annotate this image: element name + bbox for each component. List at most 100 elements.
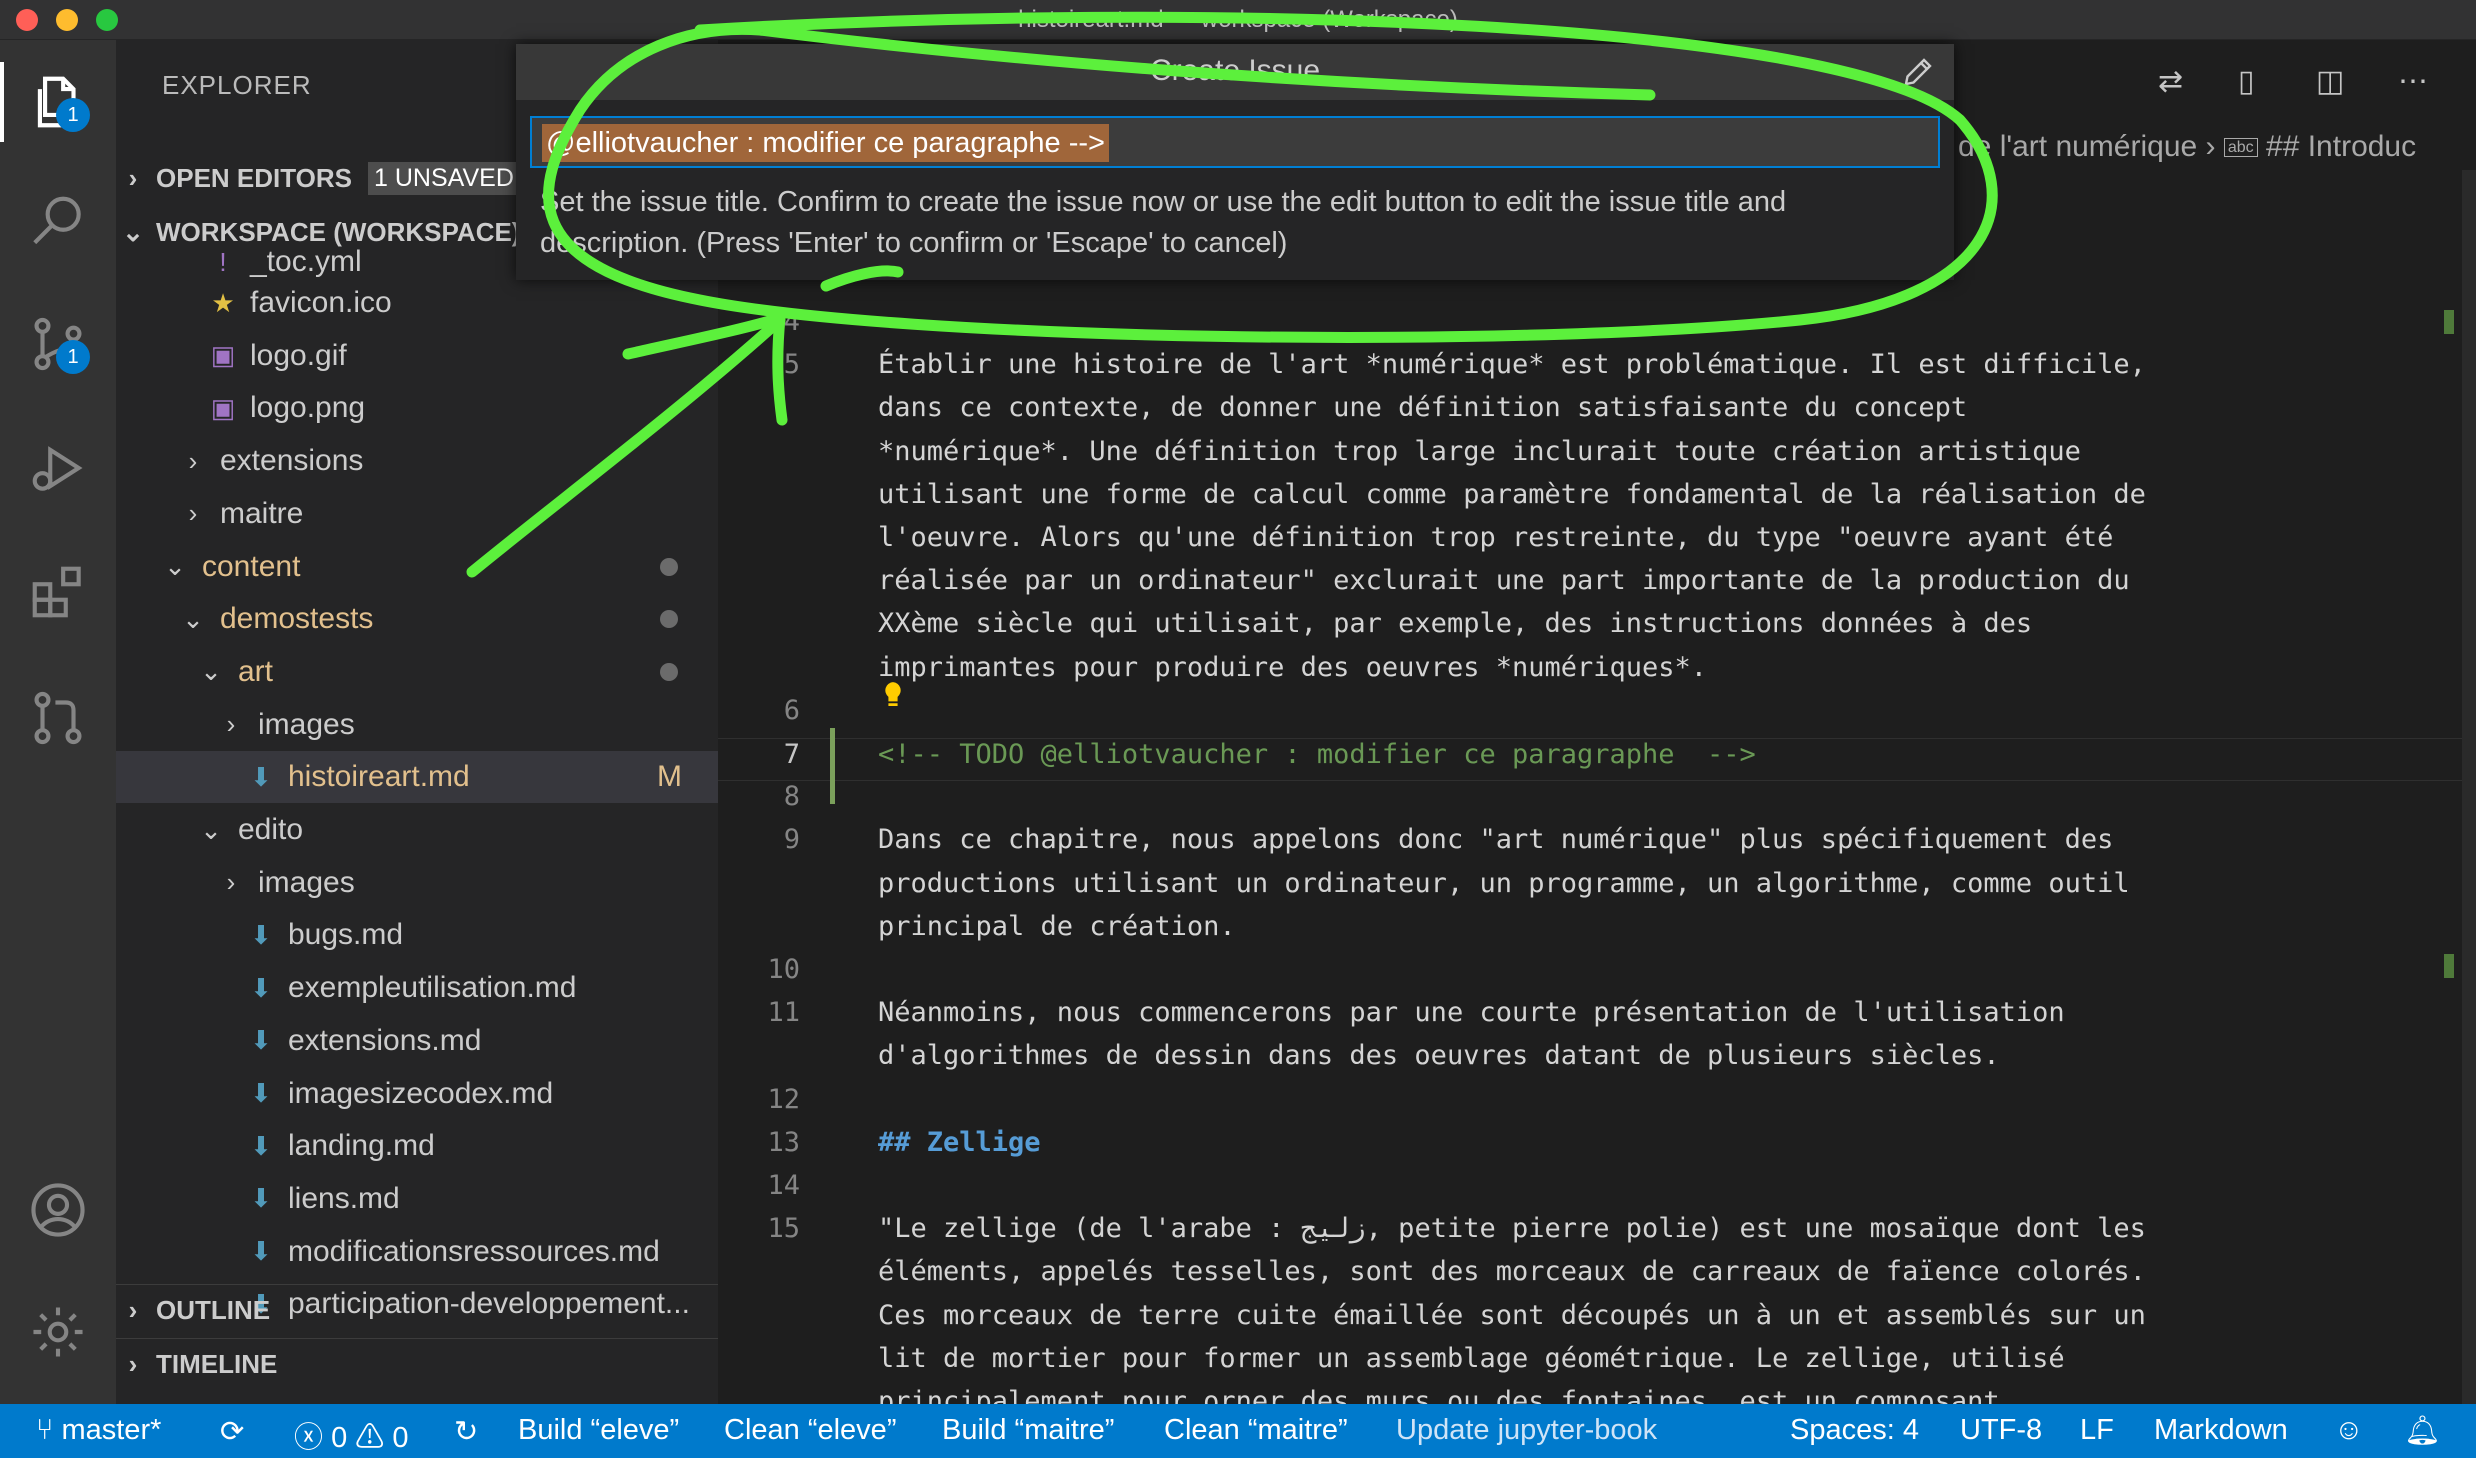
- eol-status[interactable]: LF: [2080, 1414, 2114, 1447]
- tree-item[interactable]: › images: [116, 699, 718, 751]
- encoding-status[interactable]: UTF-8: [1960, 1414, 2042, 1447]
- tree-item[interactable]: › maitre: [116, 488, 718, 540]
- extensions-icon[interactable]: [18, 552, 98, 632]
- branch-status[interactable]: ⑂ master*: [36, 1414, 161, 1447]
- modified-dot: [660, 610, 678, 629]
- code-line[interactable]: 13 ## Zellige: [718, 1127, 2476, 1170]
- task-build-eleve[interactable]: Build “eleve”: [518, 1414, 679, 1447]
- task-build-maitre[interactable]: Build “maitre”: [942, 1414, 1114, 1447]
- explorer-icon[interactable]: 1: [18, 62, 98, 142]
- tree-item[interactable]: ⌄ edito: [116, 804, 718, 856]
- code-line[interactable]: 9 Dans ce chapitre, nous appelons donc "a…: [718, 824, 2476, 867]
- markdown-file-icon: ⬇: [250, 761, 272, 792]
- code-line[interactable]: *numérique*. Une définition trop large i…: [718, 436, 2476, 479]
- code-line[interactable]: 11 Néanmoins, nous commencerons par une c…: [718, 997, 2476, 1040]
- settings-gear-icon[interactable]: [18, 1292, 98, 1372]
- warning-icon: ⚠: [355, 1422, 393, 1454]
- task-clean-eleve[interactable]: Clean “eleve”: [724, 1414, 896, 1447]
- tree-item[interactable]: ⬇ modificationsressources.md: [116, 1226, 718, 1278]
- modified-dot: [660, 557, 678, 576]
- tree-item[interactable]: › images: [116, 857, 718, 909]
- code-line[interactable]: 8: [718, 781, 2476, 824]
- tree-item[interactable]: ★ favicon.ico: [116, 277, 718, 329]
- language-mode-status[interactable]: Markdown: [2154, 1414, 2288, 1447]
- feedback-icon[interactable]: ☺: [2334, 1414, 2364, 1447]
- line-number: 14: [767, 1170, 800, 1201]
- code-line[interactable]: utilisant une forme de calcul comme para…: [718, 479, 2476, 522]
- tree-item-label: landing.md: [288, 1129, 435, 1163]
- tree-item-label: favicon.ico: [250, 286, 392, 319]
- timeline-label: TIMELINE: [156, 1349, 278, 1379]
- code-line[interactable]: productions utilisant un ordinateur, un …: [718, 868, 2476, 911]
- code-line[interactable]: 10: [718, 954, 2476, 997]
- line-text: lit de mortier pour former un assemblage…: [878, 1342, 2065, 1374]
- code-line[interactable]: d'algorithmes de dessin dans des oeuvres…: [718, 1040, 2476, 1083]
- tree-item[interactable]: ⬇ liens.md: [116, 1173, 718, 1225]
- scroll-indicator-green: [2444, 310, 2454, 334]
- issue-title-input[interactable]: @elliotvaucher : modifier ce paragraphe …: [530, 116, 1940, 168]
- code-line[interactable]: principalement pour orner des murs ou de…: [718, 1386, 2476, 1404]
- pull-requests-icon[interactable]: [18, 678, 98, 758]
- tree-item-label: demostests: [220, 602, 374, 636]
- tree-item[interactable]: ⌄ art: [116, 646, 718, 698]
- account-icon[interactable]: [18, 1170, 98, 1250]
- lightbulb-icon[interactable]: [882, 680, 904, 710]
- edit-pencil-icon[interactable]: [1900, 54, 1936, 90]
- line-text: principalement pour orner des murs ou de…: [878, 1386, 2000, 1404]
- tree-item[interactable]: ⬇ extensions.md: [116, 1015, 718, 1067]
- tree-item[interactable]: › extensions: [116, 435, 718, 487]
- tree-item[interactable]: ⬇ exempleutilisation.md: [116, 962, 718, 1014]
- outline-header[interactable]: › OUTLINE: [116, 1284, 718, 1336]
- code-line[interactable]: dans ce contexte, de donner une définiti…: [718, 392, 2476, 435]
- tree-item[interactable]: ⬇ imagesizecodex.md: [116, 1068, 718, 1120]
- problems-status[interactable]: ⓧ 0 ⚠ 0: [294, 1414, 408, 1456]
- source-control-badge: 1: [56, 340, 90, 374]
- notifications-bell-icon[interactable]: 🔔︎: [2404, 1414, 2441, 1448]
- code-line[interactable]: Ces morceaux de terre cuite émaillée son…: [718, 1300, 2476, 1343]
- refresh-tasks-icon[interactable]: ↻: [454, 1414, 478, 1449]
- tree-item[interactable]: ⬇ histoireart.md M: [116, 751, 718, 804]
- tree-item-label: histoireart.md: [288, 760, 470, 794]
- tree-item[interactable]: ⌄ demostests: [116, 593, 718, 645]
- sync-icon[interactable]: ⟳: [220, 1414, 244, 1449]
- scroll-indicator-green: [2444, 954, 2454, 978]
- code-line[interactable]: éléments, appelés tesselles, sont des mo…: [718, 1256, 2476, 1299]
- code-line[interactable]: lit de mortier pour former un assemblage…: [718, 1343, 2476, 1386]
- code-line[interactable]: l'oeuvre. Alors qu'une définition trop r…: [718, 522, 2476, 565]
- line-text: XXème siècle qui utilisait, par exemple,…: [878, 608, 2033, 640]
- tree-item-label: exempleutilisation.md: [288, 971, 577, 1005]
- tree-item[interactable]: ⌄ content: [116, 541, 718, 593]
- code-line[interactable]: 14: [718, 1170, 2476, 1213]
- code-line[interactable]: XXème siècle qui utilisait, par exemple,…: [718, 608, 2476, 651]
- search-icon[interactable]: [18, 182, 98, 262]
- tree-item[interactable]: ⬇ bugs.md: [116, 909, 718, 961]
- line-text: productions utilisant un ordinateur, un …: [878, 867, 2130, 899]
- code-line[interactable]: 12: [718, 1084, 2476, 1127]
- tree-item[interactable]: ⬇ landing.md: [116, 1120, 718, 1172]
- source-control-icon[interactable]: 1: [18, 304, 98, 384]
- run-debug-icon[interactable]: [18, 428, 98, 508]
- tree-item[interactable]: ▣ logo.gif: [116, 330, 718, 382]
- code-line[interactable]: 4: [718, 306, 2476, 349]
- code-line[interactable]: imprimantes pour produire des oeuvres *n…: [718, 652, 2476, 695]
- quick-pick-message: Set the issue title. Confirm to create t…: [540, 186, 1787, 259]
- task-clean-maitre[interactable]: Clean “maitre”: [1164, 1414, 1348, 1447]
- tree-item[interactable]: ▣ logo.png: [116, 382, 718, 434]
- line-text: l'oeuvre. Alors qu'une définition trop r…: [878, 522, 2114, 553]
- code-line[interactable]: 5 Établir une histoire de l'art *numériqu…: [718, 349, 2476, 392]
- code-line[interactable]: principal de création.: [718, 911, 2476, 954]
- code-line[interactable]: 7 <!-- TODO @elliotvaucher : modifier ce …: [718, 738, 2476, 781]
- code-line[interactable]: réalisée par un ordinateur" exclurait un…: [718, 565, 2476, 608]
- issue-title-value[interactable]: @elliotvaucher : modifier ce paragraphe …: [542, 124, 1109, 162]
- markdown-file-icon: ⬇: [250, 919, 272, 950]
- line-number: 11: [767, 997, 800, 1029]
- error-count: 0: [331, 1422, 348, 1454]
- indentation-status[interactable]: Spaces: 4: [1790, 1414, 1919, 1447]
- code-line[interactable]: 15 "Le zellige (de l'arabe : زليج, petite…: [718, 1213, 2476, 1256]
- code-line[interactable]: 6: [718, 695, 2476, 738]
- timeline-header[interactable]: › TIMELINE: [116, 1338, 718, 1390]
- title-bar: histoireart.md — workspace (Workspace): [0, 0, 2476, 40]
- line-text: utilisant une forme de calcul comme para…: [878, 478, 2146, 510]
- task-update-jupyter-book[interactable]: Update jupyter-book: [1396, 1414, 1657, 1447]
- tree-item-label: art: [238, 654, 274, 688]
